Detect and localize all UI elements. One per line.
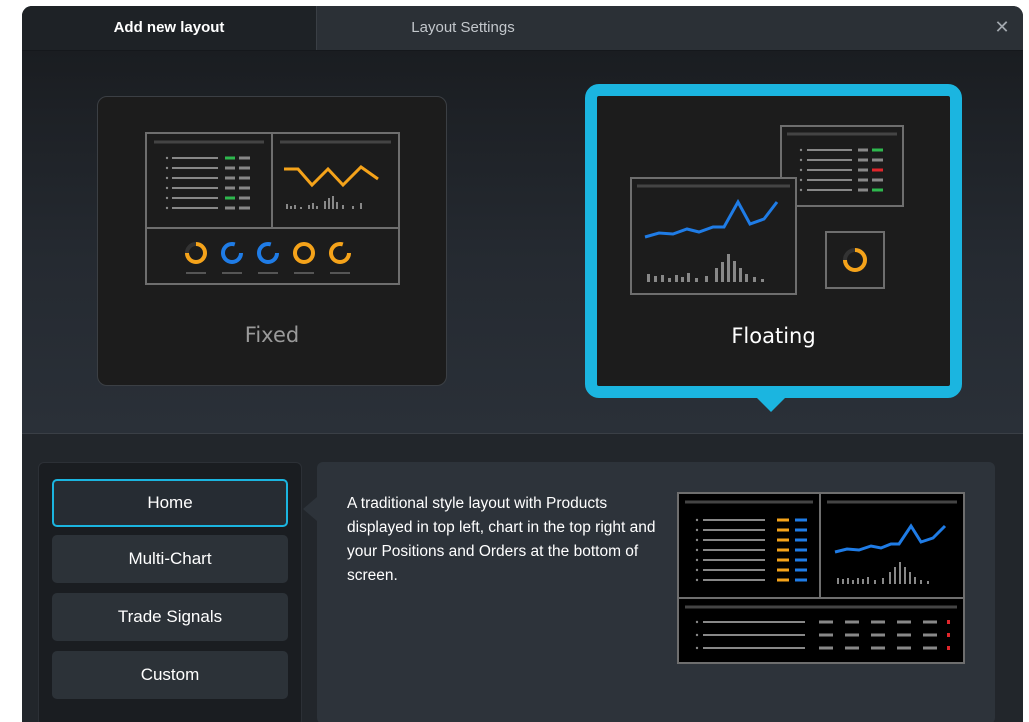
preset-section: Home Multi-Chart Trade Signals Custom A … bbox=[22, 434, 1023, 722]
layout-dialog: Add new layout Layout Settings ✕ Fixed F… bbox=[22, 6, 1023, 722]
close-icon[interactable]: ✕ bbox=[991, 16, 1013, 38]
preset-detail-panel: A traditional style layout with Products… bbox=[317, 462, 995, 722]
selection-pointer bbox=[757, 398, 785, 412]
home-layout-preview bbox=[677, 492, 965, 664]
fixed-layout-illustration bbox=[145, 132, 400, 285]
preset-custom-button[interactable]: Custom bbox=[52, 651, 288, 699]
floating-layout-label: Floating bbox=[731, 324, 816, 348]
floating-layout-card[interactable]: Floating bbox=[585, 84, 962, 398]
preset-pointer bbox=[303, 497, 317, 521]
floating-layout-illustration bbox=[630, 125, 904, 295]
layout-type-section: Fixed Floating bbox=[22, 51, 1023, 433]
preset-multi-chart-button[interactable]: Multi-Chart bbox=[52, 535, 288, 583]
preset-trade-signals-button[interactable]: Trade Signals bbox=[52, 593, 288, 641]
preset-home-button[interactable]: Home bbox=[52, 479, 288, 527]
tab-add-new-layout[interactable]: Add new layout bbox=[22, 6, 317, 50]
tab-layout-settings[interactable]: Layout Settings bbox=[317, 6, 609, 50]
fixed-layout-card[interactable]: Fixed bbox=[97, 96, 447, 386]
fixed-layout-label: Fixed bbox=[244, 323, 300, 347]
preset-sidebar: Home Multi-Chart Trade Signals Custom bbox=[38, 462, 302, 722]
preset-description: A traditional style layout with Products… bbox=[347, 495, 656, 584]
tab-bar: Add new layout Layout Settings ✕ bbox=[22, 6, 1023, 51]
